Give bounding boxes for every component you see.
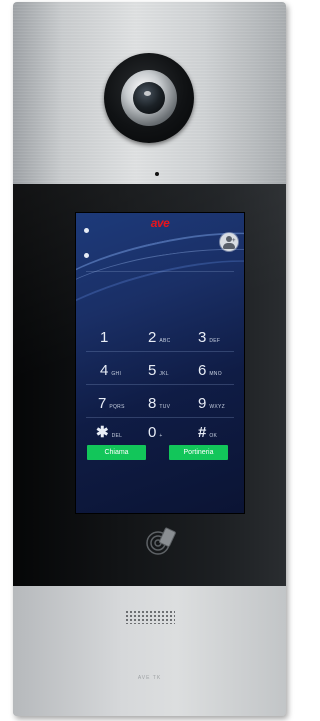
key-letters: + xyxy=(159,433,163,439)
microphone-dot xyxy=(155,172,159,176)
key-letters: TUV xyxy=(159,404,171,410)
rfid-icon xyxy=(144,523,180,559)
key-letters: JKL xyxy=(159,371,169,377)
status-indicator xyxy=(84,253,89,258)
hash-icon: # xyxy=(198,424,207,441)
call-button[interactable]: Chiama xyxy=(87,445,146,460)
status-indicator xyxy=(84,228,89,233)
key-7[interactable]: 7 PQRS xyxy=(98,394,125,414)
divider xyxy=(86,271,234,272)
key-letters: OK xyxy=(209,433,218,439)
touch-screen[interactable]: ave + 1 2 ABC 3 DEF 4 GHI 5 JKL 6 MNO 7 … xyxy=(75,212,245,514)
brand-logo: ave xyxy=(150,216,170,230)
key-4[interactable]: 4 GHI xyxy=(100,361,121,381)
divider xyxy=(86,384,234,385)
intercom-panel: ave + 1 2 ABC 3 DEF 4 GHI 5 JKL 6 MNO 7 … xyxy=(13,2,286,716)
key-digit: 0 xyxy=(148,424,157,441)
key-2[interactable]: 2 ABC xyxy=(148,328,171,348)
key-digit: 7 xyxy=(98,395,107,412)
key-digit: 6 xyxy=(198,362,207,379)
key-digit: 2 xyxy=(148,329,157,346)
camera-bezel xyxy=(121,70,177,126)
plus-icon: + xyxy=(232,238,236,244)
key-0[interactable]: 0 + xyxy=(148,423,163,443)
asterisk-icon: ✱ xyxy=(96,424,109,441)
key-9[interactable]: 9 WXYZ xyxy=(198,394,225,414)
key-1[interactable]: 1 xyxy=(100,328,111,348)
key-5[interactable]: 5 JKL xyxy=(148,361,169,381)
key-letters: GHI xyxy=(111,371,122,377)
user-add-icon[interactable]: + xyxy=(220,233,238,251)
key-digit: 8 xyxy=(148,395,157,412)
key-delete[interactable]: ✱ DEL xyxy=(96,423,122,443)
key-letters: MNO xyxy=(209,371,222,377)
bottom-plate xyxy=(13,586,286,716)
camera-icon xyxy=(104,53,194,143)
key-letters: DEF xyxy=(209,338,221,344)
divider xyxy=(86,417,234,418)
key-letters: WXYZ xyxy=(209,404,225,410)
camera-lens xyxy=(133,82,165,114)
key-ok[interactable]: # OK xyxy=(198,423,217,443)
key-digit: 9 xyxy=(198,395,207,412)
lens-glint xyxy=(144,91,151,96)
concierge-button[interactable]: Portineria xyxy=(169,445,228,460)
key-digit: 1 xyxy=(100,329,109,346)
engraved-label: AVE TK xyxy=(137,675,162,681)
speaker-grille-icon xyxy=(125,610,175,624)
divider xyxy=(86,351,234,352)
key-letters: PQRS xyxy=(109,404,125,410)
key-letters: DEL xyxy=(111,433,123,439)
key-8[interactable]: 8 TUV xyxy=(148,394,170,414)
key-3[interactable]: 3 DEF xyxy=(198,328,220,348)
key-digit: 5 xyxy=(148,362,157,379)
key-6[interactable]: 6 MNO xyxy=(198,361,222,381)
key-digit: 4 xyxy=(100,362,109,379)
key-letters: ABC xyxy=(159,338,171,344)
key-digit: 3 xyxy=(198,329,207,346)
